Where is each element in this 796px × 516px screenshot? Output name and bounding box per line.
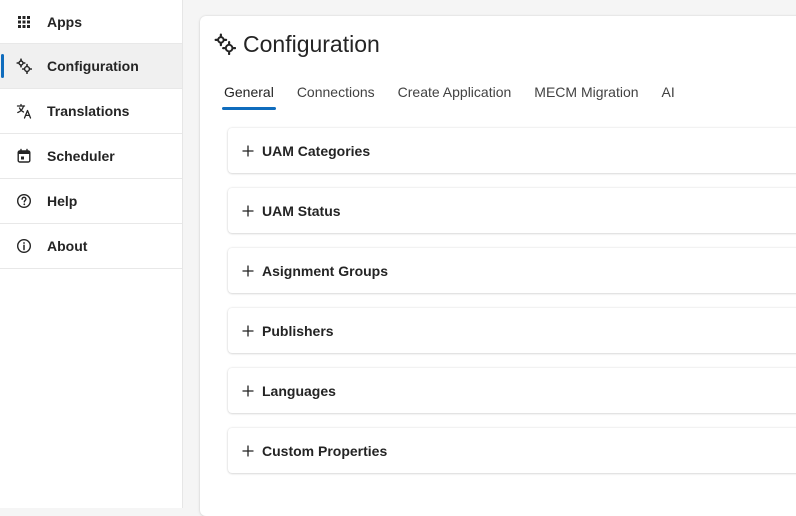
accordion-item-languages[interactable]: Languages <box>228 368 796 413</box>
accordion-item-label: UAM Status <box>262 202 341 219</box>
accordion: UAM Categories UAM Status Asignment Grou… <box>228 128 796 488</box>
help-circle-icon <box>16 193 32 209</box>
sidebar-item-help[interactable]: Help <box>0 179 182 224</box>
gears-icon <box>16 58 32 74</box>
apps-grid-icon <box>16 14 32 30</box>
accordion-item-publishers[interactable]: Publishers <box>228 308 796 353</box>
sidebar-item-label: About <box>47 238 88 254</box>
plus-icon <box>242 204 254 217</box>
accordion-item-custom-properties[interactable]: Custom Properties <box>228 428 796 473</box>
sidebar-item-apps[interactable]: Apps <box>0 0 182 44</box>
main-panel: Configuration General Connections Create… <box>200 16 796 516</box>
translate-icon <box>16 103 32 119</box>
sidebar-item-label: Apps <box>47 13 82 30</box>
page-title: Configuration <box>243 30 380 57</box>
plus-icon <box>242 324 254 337</box>
sidebar-item-label: Translations <box>47 103 130 119</box>
tab-create-application[interactable]: Create Application <box>396 82 514 110</box>
sidebar-item-configuration[interactable]: Configuration <box>0 44 182 89</box>
sidebar: Apps Configuration Translations Schedule… <box>0 0 183 508</box>
page-header: Configuration <box>214 28 380 60</box>
plus-icon <box>242 264 254 277</box>
accordion-item-label: Asignment Groups <box>262 262 389 279</box>
tab-general[interactable]: General <box>222 82 276 110</box>
info-circle-icon <box>16 238 32 254</box>
calendar-icon <box>16 148 32 164</box>
sidebar-item-translations[interactable]: Translations <box>0 89 182 134</box>
gears-icon <box>214 33 236 55</box>
tab-ai[interactable]: AI <box>660 82 677 110</box>
plus-icon <box>242 144 254 157</box>
plus-icon <box>242 384 254 397</box>
sidebar-item-label: Help <box>47 193 78 209</box>
accordion-item-assignment-groups[interactable]: Asignment Groups <box>228 248 796 293</box>
accordion-item-uam-status[interactable]: UAM Status <box>228 188 796 233</box>
accordion-item-uam-categories[interactable]: UAM Categories <box>228 128 796 173</box>
accordion-item-label: Custom Properties <box>262 442 388 459</box>
sidebar-item-about[interactable]: About <box>0 224 182 269</box>
tab-mecm-migration[interactable]: MECM Migration <box>532 82 640 110</box>
accordion-item-label: Publishers <box>262 322 334 339</box>
accordion-item-label: Languages <box>262 382 336 399</box>
sidebar-item-label: Configuration <box>47 58 139 74</box>
plus-icon <box>242 444 254 457</box>
sidebar-item-label: Scheduler <box>47 148 115 164</box>
accordion-item-label: UAM Categories <box>262 142 371 159</box>
tab-list: General Connections Create Application M… <box>222 82 696 112</box>
sidebar-item-scheduler[interactable]: Scheduler <box>0 134 182 179</box>
tab-connections[interactable]: Connections <box>295 82 377 110</box>
